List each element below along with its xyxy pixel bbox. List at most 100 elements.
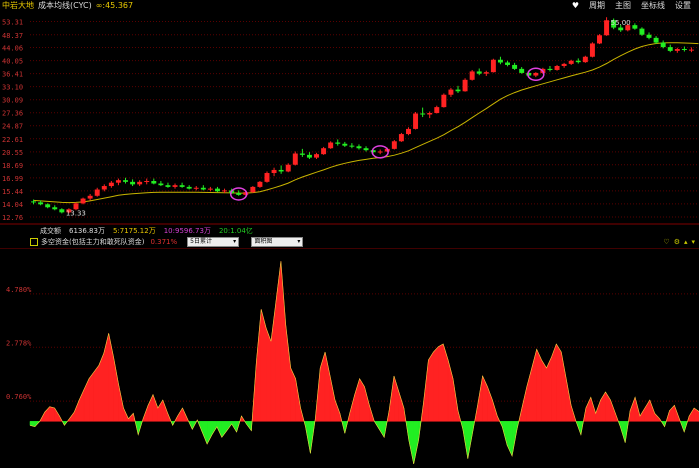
candle-body (681, 48, 687, 50)
candle (391, 140, 397, 150)
candle-body (533, 72, 539, 76)
y-tick-label: 44.06 (2, 45, 23, 53)
candle (87, 193, 93, 201)
candle-body (73, 203, 79, 210)
area-segment (256, 309, 262, 422)
candle (575, 58, 581, 64)
y-tick-label: 48.37 (2, 32, 23, 40)
chevron-up-icon[interactable]: ▴ (684, 238, 688, 246)
candle-body (151, 181, 157, 184)
candle-body (554, 66, 560, 70)
candle (94, 187, 100, 197)
y-tick-label: 16.99 (2, 175, 23, 183)
candle (292, 151, 298, 166)
candle-body (328, 142, 334, 149)
candle-body (342, 143, 348, 146)
candle-body (179, 185, 185, 187)
candle-body (434, 107, 440, 113)
candle (427, 111, 433, 119)
candle-body (582, 56, 588, 63)
candle (413, 112, 419, 130)
y-tick-label: 12.76 (2, 214, 23, 222)
indicator-title[interactable]: 多空资金(包括主力和敢死队资金) (41, 238, 144, 246)
price-chart[interactable]: 53.31 48.37 44.06 40.05 36.41 33.10 30.09 27.36… (0, 12, 699, 225)
heart-icon[interactable]: ♡ (663, 238, 669, 246)
menu-settings[interactable]: 设置 (675, 1, 691, 10)
candle (299, 148, 305, 157)
chevron-down-icon[interactable]: ▾ (691, 238, 695, 246)
candle-body (490, 59, 496, 73)
menu-period[interactable]: 周期 (589, 1, 605, 10)
ma-line (33, 42, 699, 204)
candle-body (172, 185, 178, 187)
candle (646, 32, 652, 40)
candle-body (130, 181, 136, 185)
candle (101, 184, 107, 192)
candle (561, 62, 567, 68)
indicator-name[interactable]: 成本均线(CYC) (38, 1, 92, 10)
candle-body (115, 180, 121, 183)
candle (519, 67, 525, 74)
volume-row: 成交额 6136.83万 5:7175.12万 10:9596.73万 20:1.04亿 (0, 226, 699, 236)
chart-type-select[interactable]: 面积图 ▾ (251, 237, 304, 247)
candle-body (427, 112, 433, 115)
low-price-label: 13.33 (66, 209, 86, 217)
candle-body (398, 134, 404, 142)
candle (597, 34, 602, 45)
candle-body (108, 182, 114, 187)
candle (497, 56, 503, 65)
candle-body (483, 72, 489, 74)
area-segment (290, 367, 296, 422)
area-segment (531, 349, 537, 422)
candle-body (186, 186, 192, 189)
candle (328, 141, 334, 149)
menu-coordinate[interactable]: 坐标线 (641, 1, 665, 10)
indicator-checkbox[interactable] (30, 238, 38, 246)
candle-body (306, 154, 312, 158)
candle (660, 40, 666, 49)
area-segment (113, 357, 119, 422)
candle (589, 42, 595, 58)
candle-body (165, 185, 171, 187)
menu-main-chart[interactable]: 主图 (615, 1, 631, 10)
candle-body (285, 164, 291, 172)
stock-name[interactable]: 中岩大地 (2, 1, 34, 10)
chevron-down-icon: ▾ (233, 238, 237, 245)
candle (115, 178, 121, 186)
gear-icon[interactable]: ⚙ (674, 238, 680, 246)
area-segment (561, 351, 567, 422)
candle (469, 69, 475, 81)
candle-body (653, 37, 659, 43)
area-segment (364, 386, 370, 422)
candle-body (476, 71, 482, 74)
candle-body (420, 113, 426, 115)
candle (441, 93, 447, 108)
area-segment (319, 351, 326, 422)
candle (108, 181, 114, 188)
area-segment (147, 394, 154, 422)
candle (207, 186, 213, 192)
area-segment (280, 261, 287, 422)
candle-body (200, 187, 206, 190)
candle-body (45, 204, 51, 208)
candle-body (87, 195, 93, 199)
candle-body (639, 28, 645, 35)
candle-body (519, 68, 525, 73)
area-segment (49, 406, 55, 422)
candle-body (349, 145, 355, 147)
top-right-menu: ♥ 周期 主图 坐标线 设置 (566, 0, 695, 12)
candle (321, 146, 327, 155)
area-segment (541, 359, 547, 422)
area-segment (157, 399, 164, 422)
area-segment (201, 421, 208, 445)
candle-body (597, 35, 602, 44)
heart-icon[interactable]: ♥ (572, 1, 579, 10)
candle-body (377, 151, 383, 153)
y-tick-label: 2.778% (6, 339, 32, 347)
candle-body (271, 169, 277, 174)
y-tick-label: 24.87 (2, 123, 23, 131)
period-select[interactable]: 5日累计 ▾ (187, 237, 240, 247)
indicator-chart[interactable]: 4.780% 2.778% 0.760% (0, 248, 699, 468)
candle (335, 139, 341, 146)
candle (681, 46, 687, 52)
